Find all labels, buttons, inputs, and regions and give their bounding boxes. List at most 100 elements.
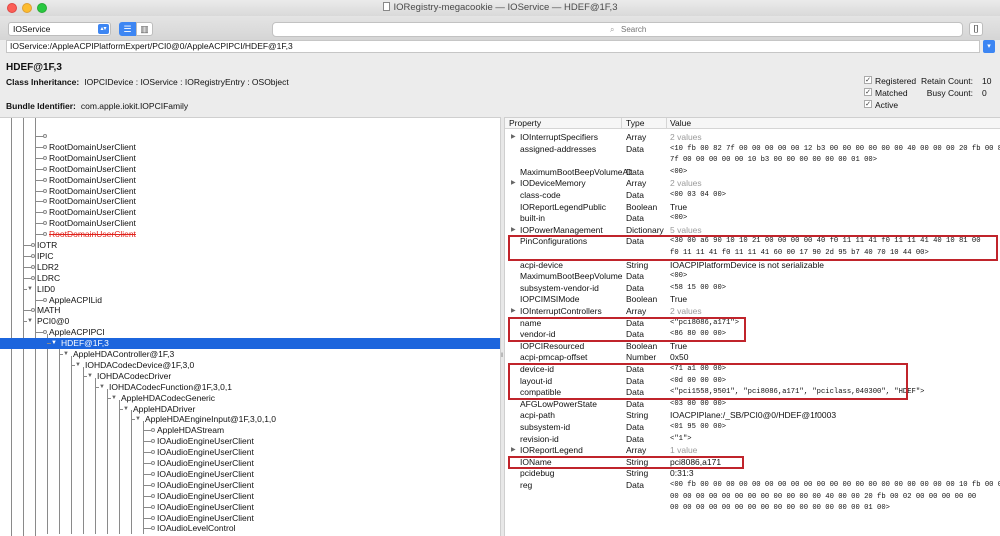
disclosure-triangle-icon[interactable]: ▶	[511, 306, 516, 317]
disclosure-triangle-icon[interactable]: ▶	[511, 445, 516, 456]
active-checkbox[interactable]: ✓	[864, 100, 872, 108]
tree-row[interactable]: IOAudioEngineUserClient	[0, 491, 500, 502]
property-row[interactable]: MaximumBootBeepVolumeAlt Data <00>	[505, 167, 1000, 179]
tree-row[interactable]: ▼ IOHDACodecDriver	[0, 371, 500, 382]
search-field[interactable]: ⌕	[272, 22, 963, 37]
tree-row[interactable]: ▼ AppleHDAEngineInput@1F,3,0,1,0	[0, 414, 500, 425]
property-name: IOPCIMSIMode	[520, 294, 580, 305]
property-value: IOACPIPlane:/_SB/PCI0@0/HDEF@1f0003	[670, 410, 837, 421]
tree-row[interactable]: RootDomainUserClient	[0, 153, 500, 164]
tree-leaf-icon	[43, 232, 47, 237]
tree-row[interactable]: RootDomainUserClient	[0, 207, 500, 218]
property-row[interactable]: ▶ IODeviceMemory Array 2 values	[505, 178, 1000, 190]
disclosure-triangle-icon[interactable]: ▼	[27, 316, 33, 327]
tree-row[interactable]: IOAudioEngineUserClient	[0, 502, 500, 513]
tree-row[interactable]: LDR2	[0, 262, 500, 273]
disclosure-triangle-icon[interactable]: ▼	[87, 371, 93, 382]
search-options-button[interactable]: []	[969, 22, 983, 36]
tree-row[interactable]: MATH	[0, 305, 500, 316]
property-row[interactable]: MaximumBootBeepVolume Data <00>	[505, 271, 1000, 283]
property-row[interactable]: IOPCIMSIMode Boolean True	[505, 294, 1000, 306]
property-name: acpi-pmcap-offset	[520, 352, 588, 363]
disclosure-triangle-icon[interactable]: ▼	[123, 404, 129, 415]
tree-row[interactable]: ▼ IOHDACodecDevice@1F,3,0	[0, 360, 500, 371]
bundle-identifier-value: com.apple.iokit.IOPCIFamily	[80, 101, 189, 111]
property-name: subsystem-vendor-id	[520, 282, 599, 293]
list-view-button[interactable]: ☰	[119, 22, 136, 36]
disclosure-triangle-icon[interactable]: ▼	[135, 414, 141, 425]
property-name: AFGLowPowerState	[520, 398, 598, 409]
property-table[interactable]: Property Type Value ▶ IOInterruptSpecifie…	[505, 117, 1000, 536]
tree-row[interactable]: IOAudioEngineUserClient	[0, 458, 500, 469]
tree-row[interactable]: RootDomainUserClient	[0, 229, 500, 240]
tree-row-selected[interactable]: ▼ HDEF@1F,3	[0, 338, 500, 350]
retain-count-value: 10	[982, 76, 992, 86]
tree-row[interactable]: ▼ AppleHDAController@1F,3	[0, 349, 500, 360]
disclosure-triangle-icon[interactable]: ▼	[75, 360, 81, 371]
search-input[interactable]	[621, 24, 951, 35]
property-row[interactable]: AFGLowPowerState Data <03 00 00 00>	[505, 399, 1000, 411]
tree-row[interactable]: ▼ AppleHDADriver	[0, 404, 500, 415]
disclosure-triangle-icon[interactable]: ▼	[63, 349, 69, 360]
tree-row[interactable]: RootDomainUserClient	[0, 186, 500, 197]
tree-row[interactable]: ▼ IOHDACodecFunction@1F,3,0,1	[0, 382, 500, 393]
registered-checkbox[interactable]: ✓	[864, 76, 872, 84]
tree-row-label: IOAudioEngineUserClient	[157, 490, 254, 501]
path-field[interactable]: IOService:/AppleACPIPlatformExpert/PCI0@…	[6, 40, 980, 53]
tree-row[interactable]: LDRC	[0, 273, 500, 284]
tree-row[interactable]: RootDomainUserClient	[0, 164, 500, 175]
property-row[interactable]: built-in Data <00>	[505, 213, 1000, 225]
disclosure-triangle-icon[interactable]: ▼	[99, 382, 105, 393]
property-row[interactable]: IOReportLegendPublic Boolean True	[505, 202, 1000, 214]
column-view-button[interactable]: ▥	[136, 22, 153, 36]
disclosure-triangle-icon[interactable]: ▶	[511, 225, 516, 236]
property-type: Array	[626, 306, 647, 316]
tree-row[interactable]: AppleACPIPCI	[0, 327, 500, 338]
tree-row[interactable]: IOAudioEngineUserClient	[0, 513, 500, 524]
tree-row[interactable]: AppleACPILid	[0, 295, 500, 306]
property-row[interactable]: assigned-addresses Data <10 fb 00 82 7f 00…	[505, 144, 1000, 167]
column-header-property[interactable]: Property	[509, 118, 541, 129]
path-dropdown-button[interactable]: ▾	[983, 40, 995, 53]
tree-row[interactable]: RootDomainUserClient	[0, 218, 500, 229]
column-header-type[interactable]: Type	[626, 118, 644, 129]
property-row[interactable]: acpi-device String IOACPIPlatformDevice is…	[505, 260, 1000, 272]
tree-row[interactable]: ▼ PCI0@0	[0, 316, 500, 327]
property-row[interactable]: subsystem-id Data <01 95 00 00>	[505, 422, 1000, 434]
tree-row[interactable]: ▼ LID0	[0, 284, 500, 295]
tree-row[interactable]: IOTR	[0, 240, 500, 251]
disclosure-triangle-icon[interactable]: ▶	[511, 132, 516, 143]
tree-row[interactable]: IPIC	[0, 251, 500, 262]
service-plane-select[interactable]: IOService ▴▾	[8, 22, 111, 36]
tree-leaf-icon	[151, 461, 155, 465]
property-row[interactable]: subsystem-vendor-id Data <58 15 00 00>	[505, 283, 1000, 295]
tree-row[interactable]: IOAudioEngineUserClient	[0, 436, 500, 447]
tree-row[interactable]: RootDomainUserClient	[0, 196, 500, 207]
tree-row[interactable]: AppleHDAStream	[0, 425, 500, 436]
property-row[interactable]: ▶ IOInterruptSpecifiers Array 2 values	[505, 132, 1000, 144]
matched-checkbox[interactable]: ✓	[864, 88, 872, 96]
property-row[interactable]: reg Data <00 fb 00 00 00 00 00 00 00 00 00…	[505, 480, 1000, 515]
registry-tree[interactable]: RootDomainUserClient RootDomainUserClient…	[0, 117, 500, 536]
property-row[interactable]: pcidebug String 0:31:3	[505, 468, 1000, 480]
tree-row-label: AppleHDAStream	[157, 425, 225, 436]
column-header-value[interactable]: Value	[670, 118, 691, 129]
tree-row[interactable]: IOAudioEngineUserClient	[0, 480, 500, 491]
property-row[interactable]: class-code Data <00 03 04 00>	[505, 190, 1000, 202]
property-row[interactable]: acpi-path String IOACPIPlane:/_SB/PCI0@0/H…	[505, 410, 1000, 422]
disclosure-triangle-icon[interactable]: ▼	[51, 338, 57, 349]
disclosure-triangle-icon[interactable]: ▶	[511, 178, 516, 189]
property-row[interactable]: revision-id Data <"1">	[505, 434, 1000, 446]
tree-row[interactable]: RootDomainUserClient	[0, 142, 500, 153]
tree-row[interactable]	[0, 131, 500, 142]
disclosure-triangle-icon[interactable]: ▼	[111, 393, 117, 404]
tree-row[interactable]: IOAudioLevelControl	[0, 523, 500, 534]
disclosure-triangle-icon[interactable]: ▼	[27, 284, 33, 295]
property-name: IOInterruptControllers	[520, 306, 602, 316]
class-inheritance-label: Class Inheritance:	[6, 77, 80, 87]
tree-row[interactable]: RootDomainUserClient	[0, 175, 500, 186]
tree-row[interactable]: IOAudioEngineUserClient	[0, 469, 500, 480]
tree-row[interactable]: IOAudioEngineUserClient	[0, 447, 500, 458]
property-row[interactable]: IOPCIResourced Boolean True	[505, 341, 1000, 353]
tree-row[interactable]: ▼ AppleHDACodecGeneric	[0, 393, 500, 404]
